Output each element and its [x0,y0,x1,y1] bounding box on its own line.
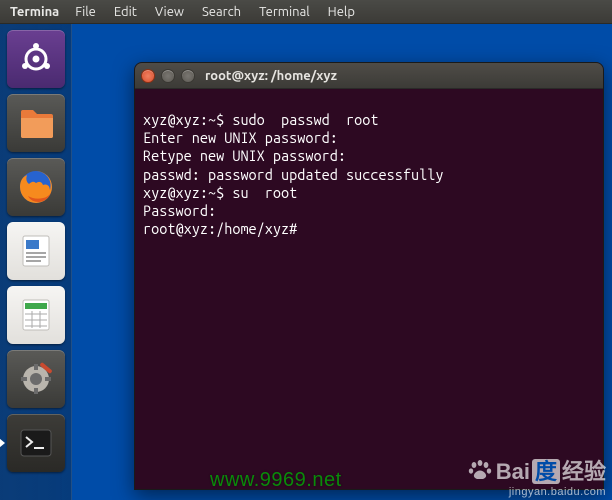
launcher-dock [0,24,72,500]
menu-terminal[interactable]: Terminal [251,3,318,21]
terminal-line: xyz@xyz:~$ su root [143,184,297,201]
terminal-line: Enter new UNIX password: [143,129,338,146]
calc-icon[interactable] [7,286,65,344]
watermark-brand: Bai度经验 jingyan.baidu.com [468,454,606,498]
window-maximize-button[interactable] [181,69,195,83]
terminal-output[interactable]: xyz@xyz:~$ sudo passwd root Enter new UN… [135,89,603,489]
files-icon[interactable] [7,94,65,152]
desktop: root@xyz: /home/xyz xyz@xyz:~$ sudo pass… [0,24,612,500]
window-minimize-button[interactable] [161,69,175,83]
window-titlebar[interactable]: root@xyz: /home/xyz [135,63,603,89]
settings-icon[interactable] [7,350,65,408]
global-menubar: Termina File Edit View Search Terminal H… [0,0,612,24]
window-title: root@xyz: /home/xyz [205,69,337,83]
terminal-line: passwd: password updated successfully [143,166,443,183]
menu-help[interactable]: Help [320,3,363,21]
firefox-icon[interactable] [7,158,65,216]
menu-view[interactable]: View [147,3,192,21]
active-app-label: Termina [4,3,65,21]
terminal-window: root@xyz: /home/xyz xyz@xyz:~$ sudo pass… [134,62,604,490]
watermark-url: www.9969.net [210,469,342,492]
dash-icon[interactable] [7,30,65,88]
terminal-line: xyz@xyz:~$ sudo passwd root [143,111,378,128]
active-indicator-icon [0,438,5,448]
paw-icon [468,459,492,481]
menu-edit[interactable]: Edit [106,3,145,21]
writer-icon[interactable] [7,222,65,280]
terminal-line: Retype new UNIX password: [143,147,346,164]
menu-file[interactable]: File [67,3,104,21]
terminal-line: root@xyz:/home/xyz# [143,220,297,237]
window-close-button[interactable] [141,69,155,83]
terminal-icon[interactable] [7,414,65,472]
menu-search[interactable]: Search [194,3,249,21]
terminal-line: Password: [143,202,216,219]
